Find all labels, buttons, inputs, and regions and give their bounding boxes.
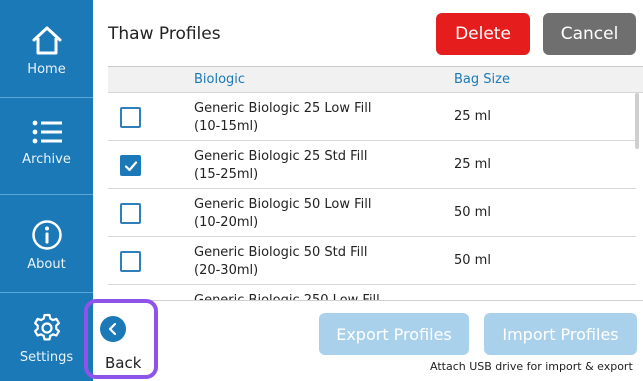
sidebar-item-archive[interactable]: Archive [0,118,93,167]
back-button[interactable] [100,316,126,342]
table-row[interactable]: Generic Biologic 25 Std Fill (15-25ml) 2… [108,141,636,189]
usb-note: Attach USB drive for import & export [430,360,633,373]
biologic-cell: Generic Biologic 250 Low Fill [194,292,434,300]
bag-size-cell: 25 ml [454,157,491,172]
page-title: Thaw Profiles [108,24,221,44]
biologic-cell: Generic Biologic 50 Std Fill (20-30ml) [194,244,434,280]
table-row[interactable]: Generic Biologic 50 Std Fill (20-30ml) 5… [108,237,636,285]
sidebar-item-settings[interactable]: Settings [0,312,93,365]
chevron-left-icon [108,322,117,336]
bag-size-cell: 50 ml [454,253,491,268]
column-header-bag-size: Bag Size [454,72,510,87]
sidebar-divider [0,194,93,195]
sidebar-item-home[interactable]: Home [0,24,93,77]
sidebar-item-label: About [27,257,66,272]
back-label[interactable]: Back [105,354,141,372]
biologic-range: (10-20ml) [194,215,259,230]
sidebar-item-label: Home [27,62,66,77]
sidebar-item-label: Settings [19,350,74,365]
biologic-cell: Generic Biologic 50 Low Fill (10-20ml) [194,196,434,232]
biologic-range: (20-30ml) [194,263,259,278]
biologic-cell: Generic Biologic 25 Low Fill (10-15ml) [194,100,434,136]
profiles-table: Biologic Bag Size Generic Biologic 25 Lo… [108,66,643,300]
biologic-range: (15-25ml) [194,167,259,182]
footer-divider [93,300,643,301]
sidebar-divider [0,292,93,293]
sidebar: Home Archive About Settings [0,0,93,381]
home-icon [32,26,61,55]
bag-size-cell: 50 ml [454,205,491,220]
biologic-name: Generic Biologic 50 Low Fill [194,197,372,212]
list-icon [32,120,62,144]
row-checkbox[interactable] [120,251,141,272]
sidebar-item-label: Archive [22,152,71,167]
biologic-name: Generic Biologic 25 Std Fill [194,149,368,164]
cancel-button[interactable]: Cancel [543,13,636,55]
bag-size-cell: 25 ml [454,109,491,124]
biologic-cell: Generic Biologic 25 Std Fill (15-25ml) [194,148,434,184]
info-icon [31,220,62,250]
table-row[interactable]: Generic Biologic 250 Low Fill [108,285,636,300]
row-checkbox[interactable] [120,155,141,176]
checkmark-icon [124,161,138,172]
import-profiles-button[interactable]: Import Profiles [484,313,637,355]
biologic-name: Generic Biologic 25 Low Fill [194,101,372,116]
sidebar-divider [0,97,93,98]
sidebar-item-about[interactable]: About [0,219,93,272]
table-row[interactable]: Generic Biologic 25 Low Fill (10-15ml) 2… [108,93,636,141]
biologic-name: Generic Biologic 250 Low Fill [194,292,434,300]
column-header-biologic: Biologic [194,72,246,87]
row-checkbox[interactable] [120,203,141,224]
table-header: Biologic Bag Size [108,67,643,93]
export-profiles-button[interactable]: Export Profiles [319,313,469,355]
biologic-name: Generic Biologic 50 Std Fill [194,245,368,260]
biologic-range: (10-15ml) [194,119,259,134]
table-row[interactable]: Generic Biologic 50 Low Fill (10-20ml) 5… [108,189,636,237]
delete-button[interactable]: Delete [436,13,530,55]
row-checkbox[interactable] [120,107,141,128]
table-scrollbar[interactable] [635,93,639,149]
gear-icon [33,313,60,341]
